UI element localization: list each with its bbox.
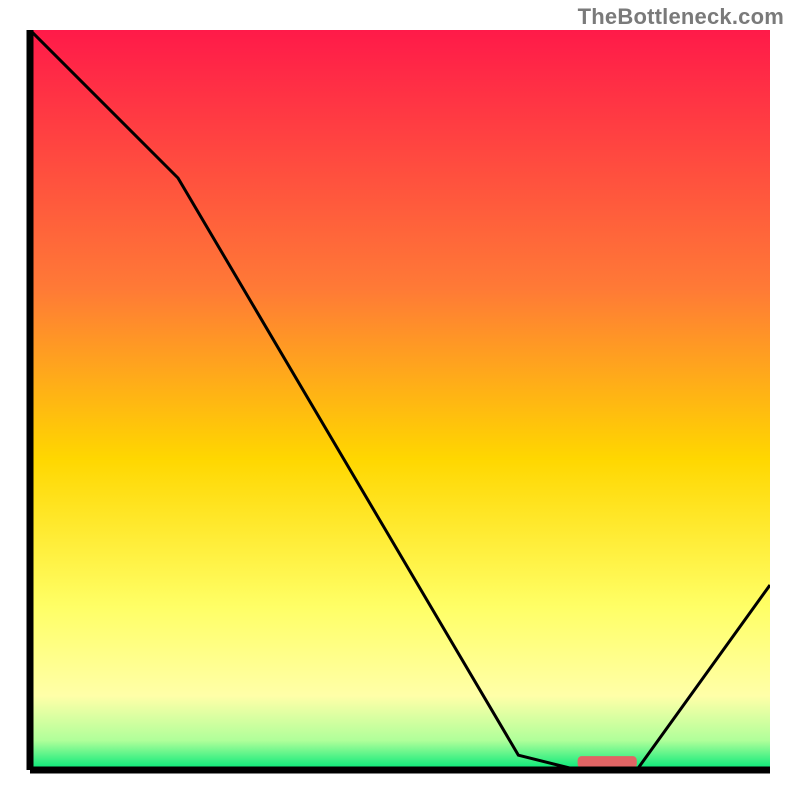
- bottleneck-chart: [0, 0, 800, 800]
- attribution-label: TheBottleneck.com: [578, 4, 784, 30]
- optimal-range-marker: [578, 756, 637, 768]
